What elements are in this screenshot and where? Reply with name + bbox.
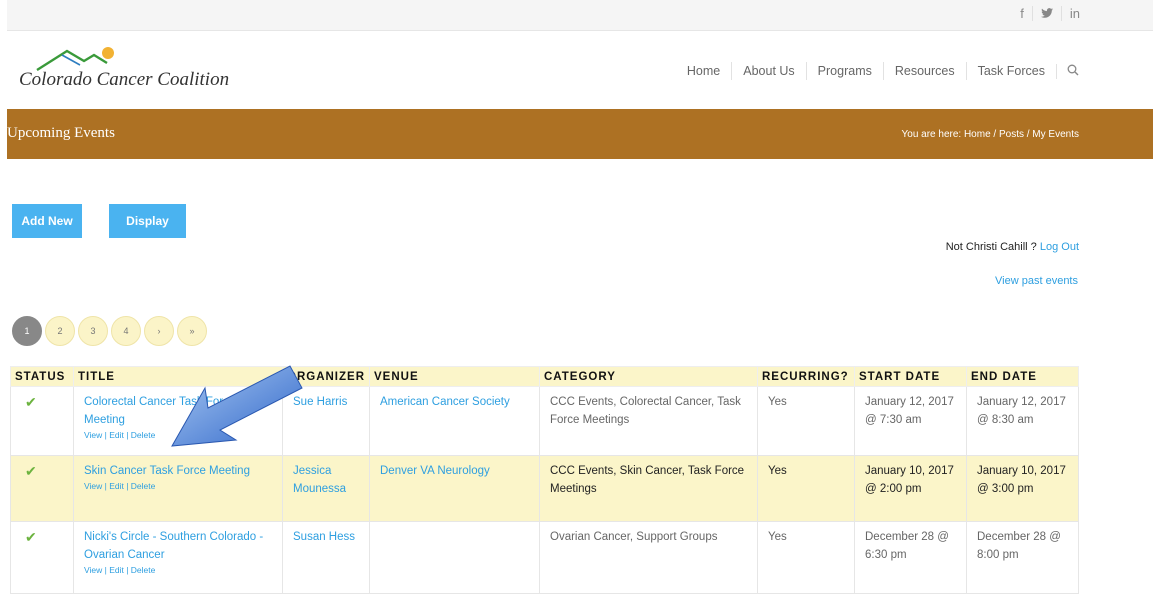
- row-actions[interactable]: View | Edit | Delete: [84, 564, 272, 576]
- venue-link[interactable]: Denver VA Neurology: [380, 465, 490, 477]
- recurring-cell: Yes: [757, 521, 855, 594]
- events-table: STATUS TITLE ORGANIZER VENUE CATEGORY RE…: [10, 366, 1079, 594]
- nav-resources[interactable]: Resources: [882, 62, 966, 80]
- end-date-cell: December 28 @ 8:00 pm: [966, 521, 1079, 594]
- pagination: 1 2 3 4 › »: [12, 316, 207, 346]
- col-title: TITLE: [73, 366, 283, 387]
- row-actions[interactable]: View | Edit | Delete: [84, 480, 272, 492]
- page-1[interactable]: 1: [12, 316, 42, 346]
- category-cell: CCC Events, Colorectal Cancer, Task Forc…: [539, 386, 758, 456]
- check-icon: ✔: [25, 463, 37, 479]
- breadcrumb: You are here: Home / Posts / My Events: [901, 129, 1080, 140]
- page-next[interactable]: ›: [144, 316, 174, 346]
- table-row: ✔ Colorectal Cancer Task Force Meeting V…: [10, 386, 1079, 456]
- recurring-cell: Yes: [757, 455, 855, 522]
- display-button[interactable]: Display: [109, 204, 186, 238]
- end-date-cell: January 10, 2017 @ 3:00 pm: [966, 455, 1079, 522]
- organizer-link[interactable]: Susan Hess: [293, 531, 355, 543]
- page-last[interactable]: »: [177, 316, 207, 346]
- col-recurring: RECURRING?: [757, 366, 855, 387]
- nav-home[interactable]: Home: [676, 62, 731, 80]
- event-title-link[interactable]: Nicki's Circle - Southern Colorado - Ova…: [84, 528, 272, 564]
- category-cell: Ovarian Cancer, Support Groups: [539, 521, 758, 594]
- add-new-button[interactable]: Add New: [12, 204, 82, 238]
- nav-about-us[interactable]: About Us: [731, 62, 805, 80]
- start-date-cell: January 10, 2017 @ 2:00 pm: [854, 455, 967, 522]
- organizer-link[interactable]: Jessica Mounessa: [293, 465, 346, 495]
- logout-link[interactable]: Log Out: [1040, 241, 1079, 253]
- col-venue: VENUE: [369, 366, 540, 387]
- page-title: Upcoming Events: [7, 125, 115, 141]
- event-title-link[interactable]: Skin Cancer Task Force Meeting: [84, 462, 272, 480]
- social-links: f in: [1012, 6, 1088, 21]
- col-end-date: END DATE: [966, 366, 1079, 387]
- site-logo[interactable]: Colorado Cancer Coalition: [17, 47, 277, 99]
- user-status: Not Christi Cahill ? Log Out: [946, 241, 1079, 253]
- twitter-icon[interactable]: [1031, 6, 1061, 21]
- col-category: CATEGORY: [539, 366, 758, 387]
- start-date-cell: January 12, 2017 @ 7:30 am: [854, 386, 967, 456]
- site-header: Colorado Cancer Coalition Home About Us …: [7, 31, 1153, 109]
- start-date-cell: December 28 @ 6:30 pm: [854, 521, 967, 594]
- event-title-link[interactable]: Colorectal Cancer Task Force Meeting: [84, 393, 272, 429]
- page-3[interactable]: 3: [78, 316, 108, 346]
- row-actions[interactable]: View | Edit | Delete: [84, 429, 272, 441]
- table-row: ✔ Skin Cancer Task Force Meeting View | …: [10, 455, 1079, 522]
- organizer-link[interactable]: Sue Harris: [293, 396, 347, 408]
- main-nav: Home About Us Programs Resources Task Fo…: [676, 62, 1079, 80]
- category-cell: CCC Events, Skin Cancer, Task Force Meet…: [539, 455, 758, 522]
- recurring-cell: Yes: [757, 386, 855, 456]
- twitter-bird-icon: [1040, 8, 1053, 18]
- page-title-banner: Upcoming Events You are here: Home / Pos…: [7, 109, 1153, 159]
- nav-task-forces[interactable]: Task Forces: [965, 62, 1056, 80]
- linkedin-icon[interactable]: in: [1060, 6, 1088, 21]
- page-4[interactable]: 4: [111, 316, 141, 346]
- col-status: STATUS: [10, 366, 74, 387]
- user-text: Not Christi Cahill ?: [945, 241, 1040, 253]
- view-past-events-link[interactable]: View past events: [995, 275, 1078, 287]
- venue-link[interactable]: American Cancer Society: [380, 396, 510, 408]
- col-organizer: ORGANIZER: [282, 366, 370, 387]
- col-start-date: START DATE: [854, 366, 967, 387]
- nav-programs[interactable]: Programs: [805, 62, 883, 80]
- top-bar: f in: [7, 0, 1153, 31]
- table-row: ✔ Nicki's Circle - Southern Colorado - O…: [10, 521, 1079, 594]
- check-icon: ✔: [25, 394, 37, 410]
- search-icon[interactable]: [1056, 63, 1079, 79]
- page-2[interactable]: 2: [45, 316, 75, 346]
- table-header-row: STATUS TITLE ORGANIZER VENUE CATEGORY RE…: [10, 366, 1079, 387]
- logo-text: Colorado Cancer Coalition: [19, 69, 230, 90]
- check-icon: ✔: [25, 529, 37, 545]
- end-date-cell: January 12, 2017 @ 8:30 am: [966, 386, 1079, 456]
- facebook-icon[interactable]: f: [1012, 6, 1032, 21]
